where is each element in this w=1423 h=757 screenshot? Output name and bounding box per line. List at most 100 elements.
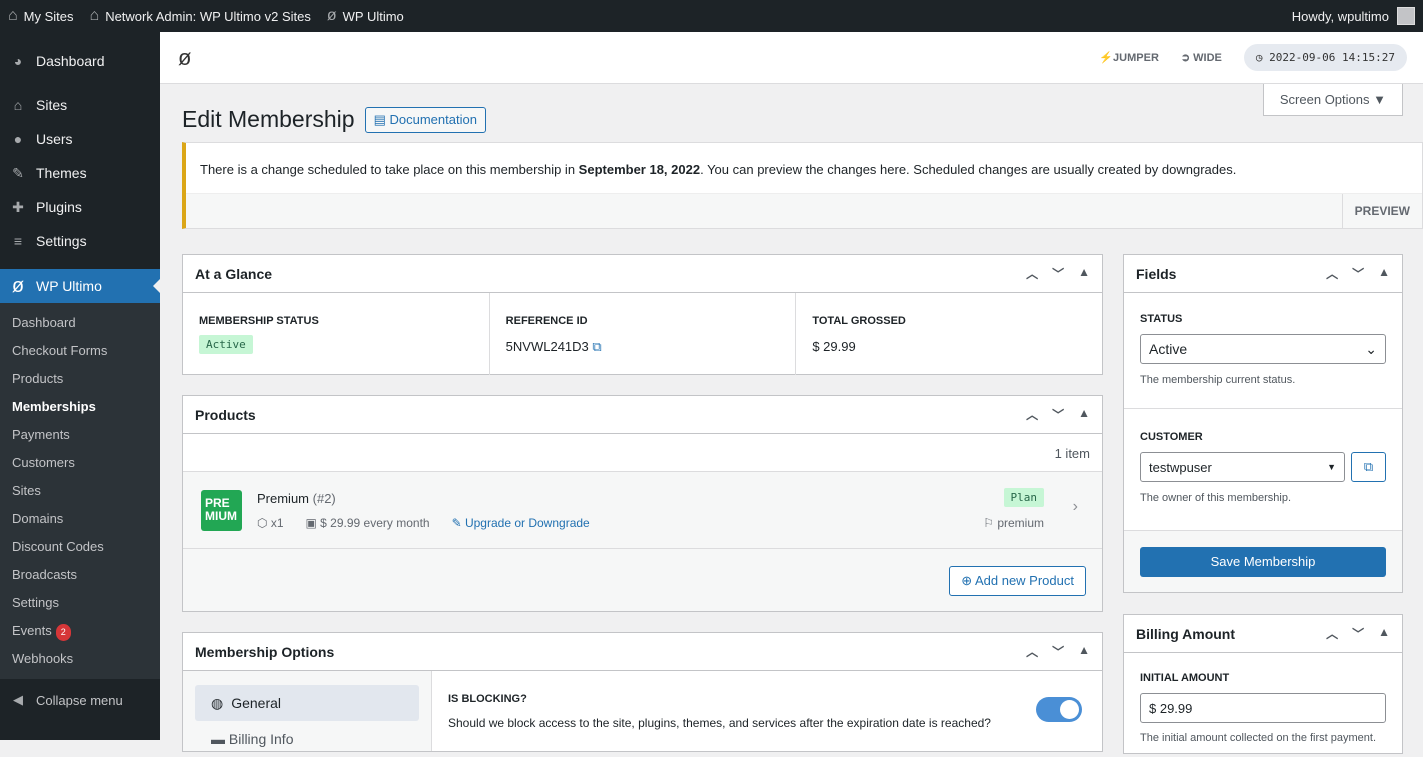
notice-pre: There is a change scheduled to take plac… <box>200 162 579 177</box>
admin-bar: ⌂ My Sites ⌂ Network Admin: WP Ultimo v2 S… <box>0 0 1423 32</box>
clock-icon: ◷ <box>1255 51 1270 64</box>
add-product-button[interactable]: ⊕ Add new Product <box>949 566 1086 596</box>
chevron-right-icon[interactable]: › <box>1073 498 1078 516</box>
submenu-checkout-forms[interactable]: Checkout Forms <box>0 337 160 365</box>
submenu-discount-codes[interactable]: Discount Codes <box>0 533 160 561</box>
edit-icon: ✎ <box>451 516 465 530</box>
page-title: Edit Membership <box>182 106 355 132</box>
collapse-menu-button[interactable]: ◀ Collapse menu <box>0 683 160 717</box>
status-value: Active <box>1149 341 1188 357</box>
box-header: Membership Options ︿ ﹀ ▲ <box>183 633 1102 671</box>
fields-box: Fields ︿ ﹀ ▲ Status Active ⌄ The membership … <box>1123 254 1403 593</box>
bolt-icon: ⚡ <box>1099 52 1114 64</box>
submenu-dashboard[interactable]: Dashboard <box>0 309 160 337</box>
wp-ultimo-logo-icon: ø <box>11 274 25 297</box>
submenu-sites[interactable]: Sites <box>0 477 160 505</box>
account-menu[interactable]: Howdy, wpultimo <box>1292 7 1423 25</box>
submenu-products[interactable]: Products <box>0 365 160 393</box>
sidebar-label: Users <box>36 131 73 147</box>
status-field-label: Status <box>1140 313 1183 325</box>
toggle-icon[interactable]: ▲ <box>1378 265 1390 282</box>
reference-label: Reference ID <box>505 315 588 327</box>
billing-amount-box: Billing Amount ︿ ﹀ ▲ Initial Amount $ 29.99… <box>1123 614 1403 754</box>
page-header: Edit Membership ▤ Documentation <box>182 106 486 133</box>
sidebar-item-dashboard[interactable]: ◕ Dashboard <box>0 44 160 78</box>
submenu-events[interactable]: Events 2 <box>0 617 160 645</box>
submenu-settings[interactable]: Settings <box>0 589 160 617</box>
my-sites-label: My Sites <box>23 8 74 24</box>
themes-icon: ✎ <box>12 164 24 181</box>
membership-options-box: Membership Options ︿ ﹀ ▲ ◍ General ▬ Billing… <box>182 632 1103 752</box>
screen-options-button[interactable]: Screen Options ▼ <box>1262 84 1403 116</box>
plus-circle-icon: ⊕ <box>961 573 975 588</box>
move-down-icon[interactable]: ﹀ <box>1052 265 1064 282</box>
tab-general[interactable]: ◍ General <box>195 685 419 721</box>
submenu-memberships[interactable]: Memberships <box>0 393 160 421</box>
status-badge: Active <box>199 335 253 354</box>
product-thumbnail: PRE MIUM <box>201 490 242 531</box>
submenu-customers[interactable]: Customers <box>0 449 160 477</box>
move-down-icon[interactable]: ﹀ <box>1052 643 1064 660</box>
copy-icon[interactable]: ⧉ <box>592 339 601 354</box>
home-icon: ⌂ <box>89 7 100 24</box>
reference-id-cell: Reference ID 5NVWL241D3 ⧉ <box>490 293 797 375</box>
product-id: (#2) <box>312 491 336 506</box>
submenu-broadcasts[interactable]: Broadcasts <box>0 561 160 589</box>
collapse-label: Collapse menu <box>36 692 123 708</box>
sidebar-item-settings[interactable]: ≡ Settings <box>0 224 160 258</box>
move-down-icon[interactable]: ﹀ <box>1352 265 1364 282</box>
customer-select[interactable]: testwpuser ▼ <box>1140 452 1345 482</box>
events-label: Events <box>12 623 52 638</box>
toggle-icon[interactable]: ▲ <box>1078 406 1090 423</box>
is-blocking-toggle[interactable] <box>1036 697 1082 722</box>
preview-button[interactable]: PREVIEW <box>1341 194 1422 229</box>
view-customer-button[interactable]: ⧉ <box>1351 452 1386 482</box>
tab-billing-info[interactable]: ▬ Billing Info <box>195 721 419 757</box>
total-value: $ 29.99 <box>812 339 856 354</box>
sidebar-item-plugins[interactable]: ✚ Plugins <box>0 190 160 224</box>
sites-icon: ⌂ <box>8 7 18 24</box>
status-select[interactable]: Active ⌄ <box>1140 334 1386 364</box>
upgrade-downgrade-link[interactable]: ✎ Upgrade or Downgrade <box>452 516 590 530</box>
sidebar-item-sites[interactable]: ⌂ Sites <box>0 88 160 122</box>
sidebar-label: Settings <box>36 233 87 249</box>
network-admin-link[interactable]: ⌂ Network Admin: WP Ultimo v2 Sites <box>82 0 319 32</box>
scheduled-change-notice: There is a change scheduled to take plac… <box>182 142 1423 229</box>
move-up-icon[interactable]: ︿ <box>1026 643 1038 660</box>
upgrade-label: Upgrade or Downgrade <box>464 516 590 530</box>
my-sites-link[interactable]: ⌂ My Sites <box>0 0 82 32</box>
toggle-icon[interactable]: ▲ <box>1078 643 1090 660</box>
howdy-label: Howdy, wpultimo <box>1291 8 1389 24</box>
submenu-webhooks[interactable]: Webhooks <box>0 645 160 673</box>
move-up-icon[interactable]: ︿ <box>1026 265 1038 282</box>
wp-ultimo-link[interactable]: ø WP Ultimo <box>319 0 412 32</box>
move-up-icon[interactable]: ︿ <box>1326 265 1338 282</box>
admin-sidebar: ◕ Dashboard ⌂ Sites ● Users ✎ Themes ✚ Plugin… <box>0 32 160 740</box>
documentation-button[interactable]: ▤ Documentation <box>364 106 486 133</box>
toggle-icon[interactable]: ▲ <box>1378 625 1390 642</box>
wide-label: WIDE <box>1193 52 1222 64</box>
sidebar-label: Themes <box>36 165 87 181</box>
product-row[interactable]: PRE MIUM Premium (#2) ⬡ x1 ▣ $ 29.99 eve… <box>183 472 1102 549</box>
initial-amount-input[interactable]: $ 29.99 <box>1140 693 1386 723</box>
move-up-icon[interactable]: ︿ <box>1326 625 1338 642</box>
sidebar-item-themes[interactable]: ✎ Themes <box>0 156 160 190</box>
move-down-icon[interactable]: ﹀ <box>1052 406 1064 423</box>
clock: ◷ 2022-09-06 14:15:27 <box>1243 44 1407 71</box>
screen-options-label: Screen Options <box>1279 92 1370 107</box>
move-up-icon[interactable]: ︿ <box>1026 406 1038 423</box>
move-down-icon[interactable]: ﹀ <box>1352 625 1364 642</box>
toggle-icon[interactable]: ▲ <box>1078 265 1090 282</box>
collapse-icon: ◀ <box>13 692 23 707</box>
submenu-domains[interactable]: Domains <box>0 505 160 533</box>
sidebar-item-users[interactable]: ● Users <box>0 122 160 156</box>
save-membership-button[interactable]: Save Membership <box>1140 547 1386 577</box>
product-price: $ 29.99 every month <box>320 516 430 530</box>
status-label: Membership Status <box>199 315 319 327</box>
wide-button[interactable]: ➲ WIDE <box>1181 51 1222 64</box>
wp-ultimo-label: WP Ultimo <box>342 8 404 24</box>
submenu-payments[interactable]: Payments <box>0 421 160 449</box>
sidebar-label: Dashboard <box>36 53 105 69</box>
sidebar-item-wp-ultimo[interactable]: ø WP Ultimo <box>0 269 160 303</box>
jumper-button[interactable]: ⚡JUMPER <box>1099 51 1159 64</box>
